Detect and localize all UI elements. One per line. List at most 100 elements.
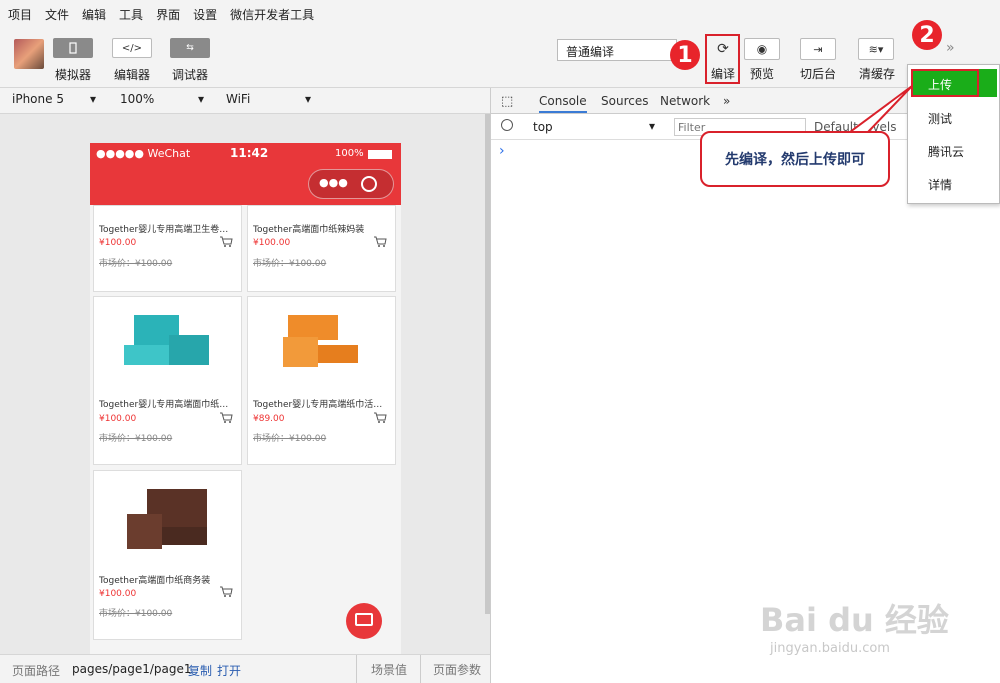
cart-icon[interactable] <box>219 412 233 424</box>
capsule-button[interactable]: ●●● <box>308 169 394 199</box>
cart-icon[interactable] <box>373 412 387 424</box>
code-icon: </> <box>121 42 143 54</box>
debugger-button[interactable]: ⇆ <box>170 38 210 58</box>
product-price: ¥100.00 <box>99 238 137 248</box>
status-bar: 页面路径 pages/page1/page1 复制 打开 场景值 页面参数 <box>0 654 490 683</box>
carrier: ●●●●● WeChat <box>96 147 191 160</box>
simulator-label: 模拟器 <box>54 68 91 82</box>
market-price: 市场价：¥100.00 <box>253 259 327 269</box>
menu-item-tencent-cloud[interactable]: 腾讯云 <box>928 143 964 160</box>
context-dropdown-icon[interactable]: ▾ <box>649 119 655 133</box>
battery-icon <box>368 150 392 159</box>
network-select[interactable]: WiFi <box>226 92 250 106</box>
step-1-marker: 1 <box>670 40 700 70</box>
nav-bar: ●●●●● WeChat 11:42 100% ●●● <box>90 143 401 205</box>
product-card[interactable]: Together婴儿专用高端面巾纸… ¥100.00 市场价：¥100.00 <box>93 296 242 465</box>
zoom-dropdown-icon[interactable]: ▾ <box>198 92 204 106</box>
debugger-label: 调试器 <box>171 68 208 82</box>
compile-mode-select[interactable]: 普通编译 <box>557 39 677 61</box>
background-button[interactable]: ⇥ <box>800 38 836 60</box>
switch-icon: ⇥ <box>813 42 823 56</box>
menu-view[interactable]: 界面 <box>156 6 180 23</box>
eye-icon: ◉ <box>756 42 768 56</box>
clock: 11:42 <box>230 146 269 160</box>
clear-console-icon[interactable] <box>501 119 513 131</box>
debug-icon: ⇆ <box>186 43 194 53</box>
cart-icon[interactable] <box>219 236 233 248</box>
step-2-marker: 2 <box>912 20 942 50</box>
product-title: Together婴儿专用高端卫生卷… <box>99 225 229 235</box>
product-title: Together婴儿专用高端面巾纸… <box>99 400 229 410</box>
device-select[interactable]: iPhone 5 <box>12 92 64 106</box>
circle-icon <box>361 176 377 192</box>
product-card[interactable]: Together婴儿专用高端纸巾活… ¥89.00 市场价：¥100.00 <box>247 296 396 465</box>
menu-bar: 项目 文件 编辑 工具 界面 设置 微信开发者工具 <box>0 0 1000 28</box>
tab-sources[interactable]: Sources <box>601 94 648 108</box>
zoom-select[interactable]: 100% <box>120 92 154 106</box>
product-price: ¥100.00 <box>99 414 137 424</box>
path-label: 页面路径 <box>12 664 61 678</box>
watermark-brand: Bai du 经验 <box>760 601 949 639</box>
product-price: ¥100.00 <box>253 238 291 248</box>
market-price: 市场价：¥100.00 <box>99 259 173 269</box>
clear-cache-button[interactable]: ≋▾ <box>858 38 894 60</box>
chat-icon <box>355 613 373 626</box>
preview-label: 预览 <box>749 67 774 81</box>
product-image <box>122 489 217 554</box>
copy-link[interactable]: 复制 <box>188 662 212 679</box>
product-card[interactable]: Together婴儿专用高端卫生卷… ¥100.00 市场价：¥100.00 <box>93 205 242 292</box>
market-price: 市场价：¥100.00 <box>253 434 327 444</box>
tab-console[interactable]: Console <box>539 94 587 113</box>
menu-item-upload-label[interactable]: 上传 <box>928 76 952 93</box>
product-title: Together高端面巾纸辣妈装 <box>253 225 365 235</box>
context-select[interactable]: top <box>533 120 553 134</box>
market-price: 市场价：¥100.00 <box>99 434 173 444</box>
compile-highlight <box>705 34 740 84</box>
background-label: 切后台 <box>799 67 836 81</box>
menu-file[interactable]: 文件 <box>45 6 69 23</box>
menu-wechat-devtools[interactable]: 微信开发者工具 <box>230 6 314 23</box>
upload-dropdown-menu: 上传 测试 腾讯云 详情 <box>907 64 1000 204</box>
market-price: 市场价：¥100.00 <box>99 609 173 619</box>
menu-tools[interactable]: 工具 <box>119 6 143 23</box>
inspect-icon[interactable]: ⬚ <box>501 94 513 109</box>
network-dropdown-icon[interactable]: ▾ <box>305 92 311 106</box>
phone-icon <box>69 42 77 54</box>
product-card[interactable]: Together高端面巾纸辣妈装 ¥100.00 市场价：¥100.00 <box>247 205 396 292</box>
editor-button[interactable]: </> <box>112 38 152 58</box>
toolbar: 模拟器 </> 编辑器 ⇆ 调试器 ⟳ 编译 ◉ 预览 ⇥ 切后台 ≋▾ 清缓存… <box>0 28 1000 88</box>
device-bar: iPhone 5 ▾ 100% ▾ WiFi ▾ <box>0 88 490 114</box>
menu-settings[interactable]: 设置 <box>193 6 217 23</box>
tab-network[interactable]: Network <box>660 94 710 108</box>
product-price: ¥100.00 <box>99 589 137 599</box>
phone-screen: ●●●●● WeChat 11:42 100% ●●● Together婴儿专用… <box>90 143 401 654</box>
avatar[interactable] <box>14 39 44 69</box>
product-image <box>124 315 214 375</box>
scene-button[interactable]: 场景值 <box>356 655 408 683</box>
device-dropdown-icon[interactable]: ▾ <box>90 92 96 106</box>
product-title: Together高端面巾纸商务装 <box>99 576 211 586</box>
cart-icon[interactable] <box>373 236 387 248</box>
console-prompt[interactable]: › <box>499 143 505 159</box>
menu-project[interactable]: 项目 <box>8 6 32 23</box>
simulator-button[interactable] <box>53 38 93 58</box>
preview-button[interactable]: ◉ <box>744 38 780 60</box>
product-price: ¥89.00 <box>253 414 285 424</box>
product-image <box>278 315 368 375</box>
more-icon[interactable]: » <box>946 40 955 56</box>
annotation-callout: 先编译，然后上传即可 <box>700 131 890 187</box>
page-path: pages/page1/page1 <box>72 662 192 676</box>
open-link[interactable]: 打开 <box>217 662 241 679</box>
chat-float-button[interactable] <box>346 603 382 639</box>
layers-icon: ≋▾ <box>868 42 884 56</box>
dots-icon: ●●● <box>319 176 348 189</box>
product-card[interactable]: Together高端面巾纸商务装 ¥100.00 市场价：¥100.00 <box>93 470 242 640</box>
menu-item-test[interactable]: 测试 <box>928 110 952 127</box>
cart-icon[interactable] <box>219 586 233 598</box>
params-button[interactable]: 页面参数 <box>420 655 490 683</box>
menu-item-details[interactable]: 详情 <box>928 176 952 193</box>
watermark-url: jingyan.baidu.com <box>770 641 890 656</box>
baidu-watermark: Bai du 经验 jingyan.baidu.com <box>760 575 1000 665</box>
more-tabs-icon[interactable]: » <box>723 94 730 108</box>
menu-edit[interactable]: 编辑 <box>82 6 106 23</box>
